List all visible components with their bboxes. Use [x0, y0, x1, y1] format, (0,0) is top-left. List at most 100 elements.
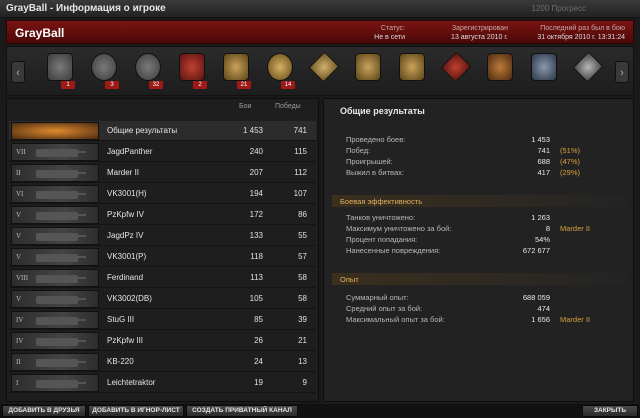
stat-value: 54% [534, 235, 550, 244]
registered-block: Зарегистрирован 13 августа 2010 г. [451, 24, 508, 42]
tier-label: V [16, 295, 22, 303]
vehicle-name: Общие результаты [107, 126, 178, 135]
tier-label: IV [16, 337, 24, 345]
vehicle-name: StuG III [107, 315, 135, 324]
medal-4-icon[interactable]: 2 [177, 51, 207, 89]
stat-extra: Marder II [560, 224, 591, 233]
vehicle-row[interactable]: IV PzKpfw III 26 21 [9, 331, 316, 351]
window-titlebar: GrayBall - Информация о игроке 1200 Прог… [0, 0, 640, 18]
medal-cross-2-icon[interactable] [397, 51, 427, 87]
medal-star-1-icon[interactable] [308, 51, 340, 87]
tank-thumbnail: VIII [11, 269, 99, 287]
vehicle-row[interactable]: II Marder II 207 112 [9, 163, 316, 183]
results-panel: Общие результаты Проведено боев: 1 453 По… [323, 98, 634, 402]
medal-portrait-2-icon[interactable] [529, 51, 559, 87]
close-button[interactable]: ЗАКРЫТЬ [582, 405, 638, 417]
medal-3-count: 32 [149, 81, 163, 89]
tank-thumbnail: V [11, 248, 99, 266]
medals-prev-arrow-icon[interactable]: ‹ [11, 61, 25, 83]
vehicle-row[interactable]: VI VK3001(H) 194 107 [9, 184, 316, 204]
player-header: GrayBall Статус: Не в сети Зарегистриров… [6, 20, 634, 44]
vehicle-row[interactable]: II KB-220 24 13 [9, 352, 316, 372]
vehicle-row[interactable]: VII JagdPanther 240 115 [9, 142, 316, 162]
medal-star-2-icon[interactable] [440, 51, 472, 87]
tier-label: IV [16, 316, 24, 324]
stat-label: Проведено боев: [346, 135, 406, 144]
stat-extra: Marder II [560, 315, 591, 324]
medal-cross-1-icon[interactable] [353, 51, 383, 87]
stat-row: Проигрышей: 688 (47%) [346, 157, 616, 167]
stat-extra: (51%) [560, 146, 581, 155]
vehicle-wins: 58 [298, 294, 307, 303]
vehicle-name: VK3001(P) [107, 252, 147, 261]
col-battles-header: Бои [239, 103, 252, 110]
vehicle-row[interactable]: IV StuG III 85 39 [9, 310, 316, 330]
results-title: Общие результаты [340, 106, 425, 116]
vehicle-wins: 107 [293, 189, 307, 198]
player-name: GrayBall [15, 26, 65, 40]
medal-1-icon[interactable]: 1 [45, 51, 75, 89]
tank-thumbnail: V [11, 290, 99, 308]
medal-6-count: 14 [281, 81, 295, 89]
medal-5-count: 21 [237, 81, 251, 89]
vehicle-battles: 19 [254, 378, 263, 387]
vehicle-name: Leichtetraktor [107, 378, 156, 387]
vehicle-wins: 55 [298, 231, 307, 240]
vehicle-name: VK3001(H) [107, 189, 147, 198]
vehicle-wins: 9 [302, 378, 307, 387]
vehicle-row[interactable]: V VK3001(P) 118 57 [9, 247, 316, 267]
vehicle-row[interactable]: V PzKpfw IV 172 86 [9, 205, 316, 225]
stat-row: Побед: 741 (51%) [346, 146, 616, 156]
tier-label: II [16, 169, 21, 177]
stat-row: Максимальный опыт за бой: 1 656 Marder II [346, 315, 616, 325]
stat-row: Средний опыт за бой: 474 [346, 304, 616, 314]
vehicle-battles: 240 [249, 147, 263, 156]
vehicle-row[interactable]: I Leichtetraktor 19 9 [9, 373, 316, 393]
stat-value: 1 263 [531, 213, 550, 222]
add-friend-button[interactable]: ДОБАВИТЬ В ДРУЗЬЯ [2, 405, 86, 417]
vehicle-wins: 86 [298, 210, 307, 219]
stat-value: 688 [537, 157, 550, 166]
medals-next-arrow-icon[interactable]: › [615, 61, 629, 83]
vehicle-row[interactable]: V JagdPz IV 133 55 [9, 226, 316, 246]
stat-value: 1 453 [531, 135, 550, 144]
add-ignore-button[interactable]: ДОБАВИТЬ В ИГНОР-ЛИСТ [88, 405, 184, 417]
medal-star-3-icon[interactable] [572, 51, 604, 87]
stat-extra: (29%) [560, 168, 581, 177]
medal-4-count: 2 [193, 81, 207, 89]
vehicle-name: JagdPanther [107, 147, 153, 156]
medal-2-icon[interactable]: 3 [89, 51, 119, 89]
tier-label: V [16, 253, 22, 261]
tank-thumbnail: V [11, 206, 99, 224]
medal-6-icon[interactable]: 14 [265, 51, 295, 89]
medals-bar: ‹ 1 3 32 2 21 14 › [6, 46, 634, 96]
stat-label: Максимальный опыт за бой: [346, 315, 445, 324]
stat-extra: (47%) [560, 157, 581, 166]
vehicle-row[interactable]: Общие результаты 1 453 741 [9, 121, 316, 141]
stat-value: 417 [537, 168, 550, 177]
status-label: Статус: [380, 25, 405, 32]
vehicle-wins: 112 [294, 168, 307, 177]
medal-5-icon[interactable]: 21 [221, 51, 251, 89]
window-title: GrayBall - Информация о игроке [6, 3, 166, 14]
registered-value: 13 августа 2010 г. [451, 34, 508, 41]
stat-value: 672 677 [522, 246, 550, 255]
tier-label: V [16, 232, 22, 240]
stat-row: Процент попадания: 54% [346, 235, 616, 245]
vehicle-battles: 26 [254, 336, 263, 345]
vehicle-name: Ferdinand [107, 273, 144, 282]
vehicle-row[interactable]: V VK3002(DB) 105 58 [9, 289, 316, 309]
private-channel-button[interactable]: СОЗДАТЬ ПРИВАТНЫЙ КАНАЛ [186, 405, 298, 417]
medal-portrait-1-icon[interactable] [485, 51, 515, 87]
medal-3-icon[interactable]: 32 [133, 51, 163, 89]
last-seen-value: 31 октября 2010 г. 13:31:24 [537, 34, 625, 41]
tier-label: I [16, 379, 19, 387]
vehicle-name: Marder II [107, 168, 140, 177]
vehicle-battles: 118 [250, 252, 263, 261]
col-wins-header: Победы [275, 103, 301, 110]
vehicle-row[interactable]: VIII Ferdinand 113 58 [9, 268, 316, 288]
tier-label: V [16, 211, 22, 219]
xp-section-header: Опыт [332, 273, 626, 285]
bottom-toolbar: ДОБАВИТЬ В ДРУЗЬЯ ДОБАВИТЬ В ИГНОР-ЛИСТ … [0, 404, 640, 418]
vehicle-wins: 58 [298, 273, 307, 282]
